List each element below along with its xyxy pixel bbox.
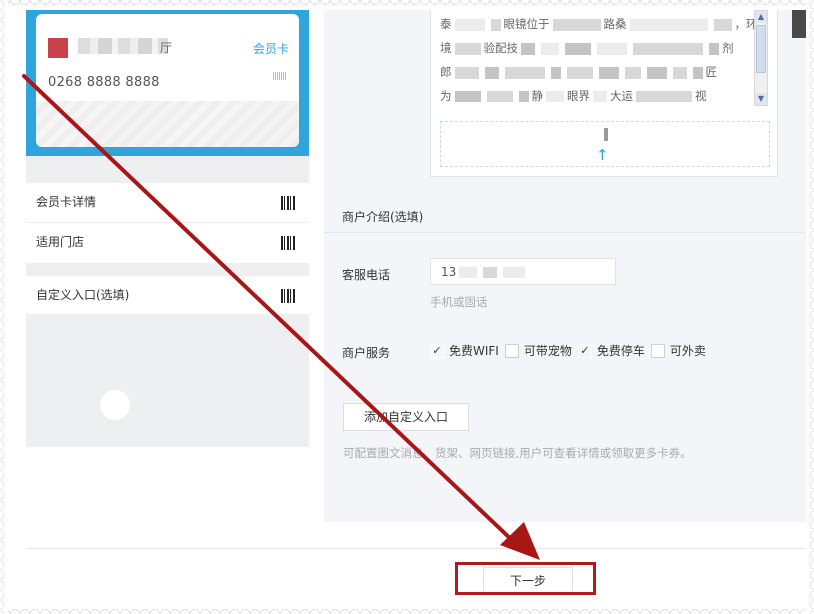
desc-text: 路桑 [603,17,627,31]
card-number: 0268 8888 8888 [48,75,160,90]
desc-text: 匠 [705,65,718,79]
image-upload-area[interactable]: ↑ [440,121,770,167]
list-item-stores[interactable]: 适用门店 [26,223,309,262]
merchant-description-box: 泰 眼镜位于 路桑 ，环 境 验配技 剂 郎 匠 为 静 眼界 大运 视 ▲ ▼ ↑ [430,0,778,177]
member-card: 厅 会员卡 0268 8888 8888 [36,14,299,147]
card-type-label: 会员卡 [252,42,289,56]
preview-dot [100,390,130,420]
description-scrollbar[interactable]: ▲ ▼ [754,10,768,106]
checkbox-icon[interactable] [650,343,665,358]
checkbox-checked-icon[interactable]: ✓ [577,343,592,358]
scroll-up-icon[interactable]: ▲ [755,11,767,23]
list-item-card-details[interactable]: 会员卡详情 [26,183,309,223]
checkbox-icon[interactable] [504,343,519,358]
desc-text: 眼镜位于 [503,17,550,31]
torn-edge-left [0,0,8,614]
scroll-thumb[interactable] [756,25,766,73]
upload-placeholder-bar [604,128,608,141]
footer-divider [26,548,814,549]
custom-entry-hint: 可配置图文消息、货架、网页链接,用户可查看详情或领取更多卡券。 [343,446,692,460]
service-takeaway[interactable]: 可外卖 [650,342,708,359]
merchant-name-blurred [78,38,168,54]
service-label: 免费停车 [596,344,645,358]
desc-text: 为 [440,89,452,102]
service-pets[interactable]: 可带宠物 [504,342,574,359]
desc-text: 验配技 [483,41,519,55]
barcode-icon [281,289,295,303]
divider [324,232,814,233]
list-item-custom-entry[interactable]: 自定义入口(选填) [26,276,309,315]
merchant-name-suffix: 厅 [160,41,173,55]
phone-value: 13 [441,265,457,279]
phone-label: 客服电话 [342,268,391,282]
list-item-label: 适用门店 [36,235,85,249]
service-label: 可带宠物 [523,344,572,358]
merchant-description-text[interactable]: 泰 眼镜位于 路桑 ，环 境 验配技 剂 郎 匠 为 静 眼界 大运 视 [440,12,755,102]
corner-thumbnail [792,0,814,38]
card-stripe [36,101,299,147]
service-parking[interactable]: ✓ 免费停车 [577,342,647,359]
checkbox-checked-icon[interactable]: ✓ [430,343,444,358]
services-label: 商户服务 [342,346,391,360]
annotation-highlight-box [455,562,596,595]
merchant-intro-title: 商户介绍(选填) [342,210,424,224]
desc-text: 剂 [722,41,734,55]
service-wifi[interactable]: ✓ 免费WIFI [430,342,501,359]
phone-hint: 手机或固话 [430,295,488,309]
service-label: 可外卖 [669,344,706,358]
barcode-icon [281,196,295,210]
card-info-list: 会员卡详情 适用门店 [26,183,309,263]
barcode-icon [281,236,295,250]
card-preview-header: 厅 会员卡 0268 8888 8888 [26,0,309,156]
list-item-label: 自定义入口(选填) [36,288,130,302]
desc-text: 郎 [440,65,452,79]
card-settings-form: 泰 眼镜位于 路桑 ，环 境 验配技 剂 郎 匠 为 静 眼界 大运 视 ▲ ▼ ↑ 商户介绍(选填… [324,0,814,522]
add-custom-entry-button[interactable]: 添加自定义入口 [343,403,469,431]
desc-text: ，环 [734,17,756,31]
upload-arrow-icon: ↑ [596,146,609,164]
service-label: 免费WIFI [449,344,499,358]
scroll-down-icon[interactable]: ▼ [755,93,767,105]
desc-text: 静 [531,89,544,102]
desc-text: 大运 [610,89,633,102]
desc-text: 境 [440,41,452,55]
custom-entry-list: 自定义入口(选填) [26,276,309,314]
merchant-logo [48,38,68,58]
torn-edge-bottom [0,604,814,614]
list-item-label: 会员卡详情 [36,195,97,209]
desc-text: 泰 [440,17,452,31]
card-code-icon [273,72,287,80]
card-preview-panel: 厅 会员卡 0268 8888 8888 会员卡详情 适用门店 自定义入口(选填… [26,0,309,447]
services-checkbox-group: ✓ 免费WIFI 可带宠物 ✓ 免费停车 可外卖 [430,342,712,359]
desc-text: 眼界 [567,89,590,102]
desc-text: 视 [695,89,707,102]
phone-input[interactable]: 13 [430,258,616,285]
